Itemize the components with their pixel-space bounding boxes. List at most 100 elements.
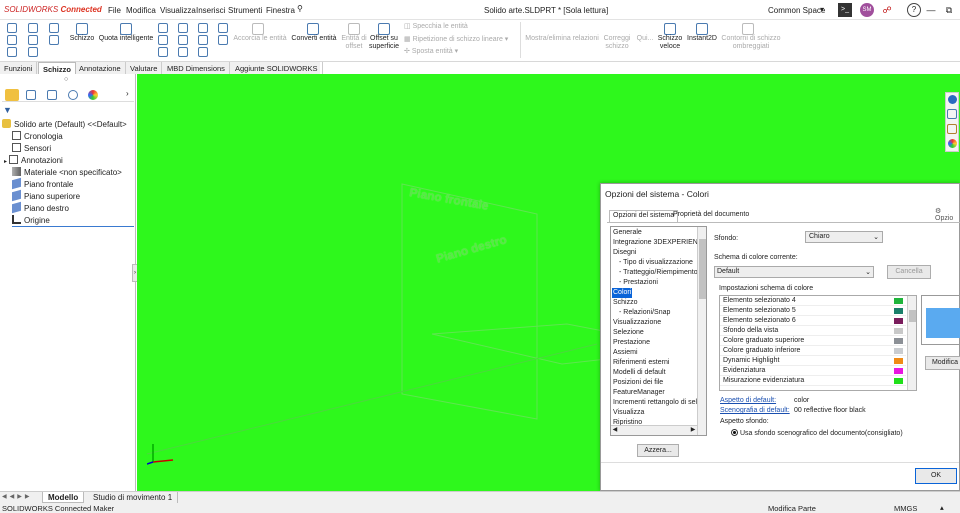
- sfondo-select[interactable]: Chiaro ⌄: [805, 231, 883, 243]
- nav-item-selected[interactable]: Colori: [612, 288, 633, 298]
- nav-item[interactable]: - Relazioni/Snap: [619, 308, 670, 318]
- appearances-icon[interactable]: [948, 139, 957, 148]
- modifica-button[interactable]: Modifica: [925, 356, 960, 370]
- menu-file[interactable]: File: [108, 6, 121, 15]
- resources-icon[interactable]: [948, 95, 957, 104]
- feature-tree-tab-icon[interactable]: [5, 89, 19, 101]
- color-scheme-row[interactable]: Sfondo della vista: [720, 326, 906, 336]
- filter-icon[interactable]: ▼: [3, 105, 12, 115]
- offset-superficie-button[interactable]: Offset su superficie: [366, 35, 402, 51]
- rectangle-icon[interactable]: [158, 35, 168, 45]
- schema-select[interactable]: Default ⌄: [714, 266, 874, 278]
- nav-item[interactable]: - Tratteggio/Riempimento a: [619, 268, 703, 278]
- tab-scroll-arrows[interactable]: ◀◀▶▶: [2, 493, 32, 500]
- fillet-icon[interactable]: [198, 47, 208, 57]
- configuration-manager-icon[interactable]: [47, 90, 57, 100]
- search-icon[interactable]: ☍: [880, 3, 894, 17]
- azzera-button[interactable]: Azzera...: [637, 444, 679, 457]
- select-icon[interactable]: [7, 47, 17, 57]
- plane-icon[interactable]: [218, 35, 228, 45]
- nav-item[interactable]: Assiemi: [613, 348, 638, 358]
- nav-item[interactable]: Prestazione: [613, 338, 650, 348]
- status-units[interactable]: MMGS: [894, 504, 917, 513]
- aspetto-default-link[interactable]: Aspetto di default:: [720, 397, 776, 404]
- sposta-button[interactable]: ✢ Sposta entità ▾: [404, 48, 458, 56]
- sketch-icon[interactable]: [76, 23, 88, 35]
- circle-icon[interactable]: [178, 23, 188, 33]
- tab-schizzo[interactable]: Schizzo: [38, 62, 76, 74]
- nav-item[interactable]: FeatureManager: [613, 388, 665, 398]
- tab-aggiunte-solidworks[interactable]: Aggiunte SOLIDWORKS: [231, 62, 323, 74]
- home-icon[interactable]: [7, 23, 17, 33]
- color-scheme-row[interactable]: Elemento selezionato 4: [720, 296, 906, 306]
- nav-item[interactable]: Riferimenti esterni: [613, 358, 669, 368]
- convert-entities-icon[interactable]: [307, 23, 319, 35]
- cancella-button[interactable]: Cancella: [887, 265, 931, 279]
- ellipse-icon[interactable]: [198, 35, 208, 45]
- panel-expand-icon[interactable]: ›: [126, 89, 129, 98]
- minimize-icon[interactable]: —: [924, 3, 938, 17]
- heads-up-view-toolbar[interactable]: ●●●●●●●●: [467, 74, 607, 76]
- help-icon[interactable]: ?: [907, 3, 921, 17]
- text-icon[interactable]: [218, 23, 228, 33]
- open-icon[interactable]: [7, 35, 17, 45]
- undo-icon[interactable]: [28, 35, 38, 45]
- shaded-contours-icon[interactable]: [742, 23, 754, 35]
- nav-item[interactable]: Selezione: [613, 328, 644, 338]
- quota-intelligente-button[interactable]: Quota intelligente: [96, 35, 156, 43]
- tree-item-sensori[interactable]: Sensori: [12, 143, 51, 155]
- specchia-button[interactable]: ◫ Specchia le entità: [404, 23, 468, 31]
- accorcia-button[interactable]: Accorcia le entità: [232, 35, 288, 43]
- color-scheme-row[interactable]: Evidenziatura: [720, 366, 906, 376]
- instant2d-icon[interactable]: [696, 23, 708, 35]
- options-gear-icon[interactable]: [28, 47, 38, 57]
- tree-item-origine[interactable]: Origine: [12, 215, 134, 227]
- color-scheme-row[interactable]: Elemento selezionato 5: [720, 306, 906, 316]
- nav-item[interactable]: Visualizza: [613, 408, 644, 418]
- color-scheme-row[interactable]: Colore graduato inferiore: [720, 346, 906, 356]
- ok-button[interactable]: OK: [915, 468, 957, 484]
- dimxpert-icon[interactable]: [68, 90, 78, 100]
- nav-item[interactable]: - Prestazioni: [619, 278, 658, 288]
- menu-finestra[interactable]: Finestra: [266, 6, 295, 15]
- tab-modello[interactable]: Modello: [42, 492, 85, 503]
- contorni-button[interactable]: Contorni di schizzo ombreggiati: [720, 35, 782, 51]
- display-manager-icon[interactable]: [88, 90, 98, 100]
- tab-valutare[interactable]: Valutare: [126, 62, 163, 74]
- slot-icon[interactable]: [158, 47, 168, 57]
- tree-item-piano-destro[interactable]: Piano destro: [12, 201, 69, 215]
- nav-item[interactable]: Incrementi rettangolo di sele: [613, 398, 701, 408]
- menu-visualizza[interactable]: Visualizza: [160, 6, 196, 15]
- nav-hscrollbar[interactable]: ◀ ▶: [611, 425, 697, 435]
- usa-sfondo-radio[interactable]: Usa sfondo scenografico del documento(co…: [731, 429, 903, 437]
- tab-opzioni-sistema[interactable]: Opzioni del sistema: [609, 210, 679, 222]
- nav-item[interactable]: Visualizzazione: [613, 318, 661, 328]
- correggi-schizzo-button[interactable]: Correggi schizzo: [600, 35, 634, 51]
- expand-arrow-icon[interactable]: ▸: [4, 159, 7, 165]
- tab-annotazione[interactable]: Annotazione: [75, 62, 126, 74]
- arc-icon[interactable]: [178, 35, 188, 45]
- color-scheme-row[interactable]: Misurazione evidenziatura: [720, 376, 906, 386]
- color-scheme-row[interactable]: Colore graduato superiore: [720, 336, 906, 346]
- tab-funzioni[interactable]: Funzioni: [0, 62, 38, 74]
- pin-icon[interactable]: ⚲: [297, 4, 303, 13]
- workspace-label[interactable]: Common Space: [768, 6, 825, 15]
- polygon-icon[interactable]: [178, 47, 188, 57]
- workspace-dropdown-icon[interactable]: ▾: [820, 5, 824, 14]
- mostra-relazioni-button[interactable]: Mostra/elimina relazioni: [524, 35, 600, 43]
- tree-item-annotazioni[interactable]: ▸ Annotazioni: [4, 155, 63, 167]
- tab-mbd-dimensions[interactable]: MBD Dimensions: [163, 62, 230, 74]
- tree-item-cronologia[interactable]: Cronologia: [12, 131, 63, 143]
- nav-item[interactable]: Disegni: [613, 248, 636, 258]
- avatar[interactable]: SM: [860, 3, 874, 17]
- design-library-icon[interactable]: [947, 109, 957, 119]
- instant2d-button[interactable]: Instant2D: [686, 35, 718, 43]
- restore-icon[interactable]: ⧉: [942, 3, 956, 17]
- offset-surface-icon[interactable]: [378, 23, 390, 35]
- tree-item-piano-superiore[interactable]: Piano superiore: [12, 189, 80, 203]
- tab-proprieta-documento[interactable]: Proprietà del documento: [673, 211, 749, 218]
- tree-root-part[interactable]: Solido arte (Default) <<Default>: [2, 119, 127, 131]
- nav-scrollbar[interactable]: [697, 227, 706, 435]
- ripetizione-button[interactable]: ▦ Ripetizione di schizzo lineare ▾: [404, 36, 508, 44]
- save-icon[interactable]: [49, 23, 59, 33]
